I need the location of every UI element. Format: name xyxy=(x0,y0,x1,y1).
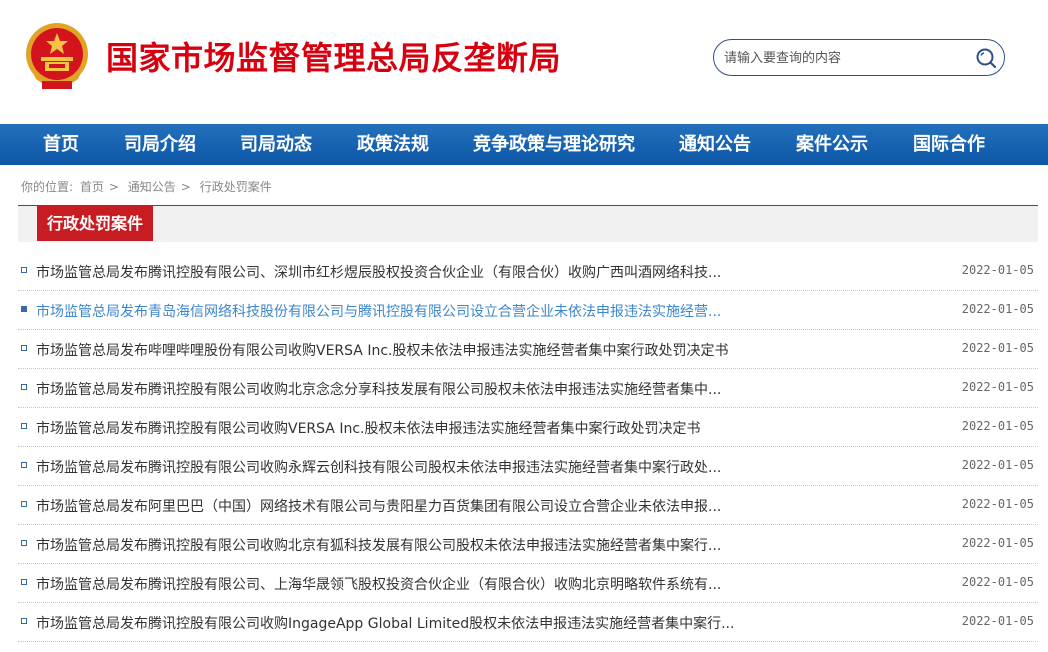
news-title-link[interactable]: 市场监管总局发布青岛海信网络科技股份有限公司与腾讯控股有限公司设立合营企业未依法… xyxy=(36,301,721,321)
news-date: 2022-01-05 xyxy=(961,614,1034,628)
news-title-link[interactable]: 市场监管总局发布哔哩哔哩股份有限公司收购VERSA Inc.股权未依法申报违法实… xyxy=(36,340,728,360)
news-date: 2022-01-05 xyxy=(961,341,1034,355)
section-header: 行政处罚案件 xyxy=(18,205,1038,242)
list-item[interactable]: 市场监管总局发布腾讯控股有限公司、深圳市红杉煜辰股权投资合伙企业（有限合伙）收购… xyxy=(18,252,1038,291)
bullet-icon xyxy=(21,267,27,273)
list-item[interactable]: 市场监管总局发布腾讯控股有限公司收购北京念念分享科技发展有限公司股权未依法申报违… xyxy=(18,369,1038,408)
list-item[interactable]: 市场监管总局发布腾讯控股有限公司收购VERSA Inc.股权未依法申报违法实施经… xyxy=(18,408,1038,447)
list-item[interactable]: 市场监管总局发布阿里巴巴（中国）网络技术有限公司与贵阳星力百货集团有限公司设立合… xyxy=(18,486,1038,525)
site-header: 国家市场监督管理总局反垄断局 xyxy=(0,0,1048,124)
section-title: 行政处罚案件 xyxy=(37,206,154,241)
search-icon xyxy=(976,48,997,69)
bullet-icon xyxy=(21,579,27,585)
breadcrumb-link-notices[interactable]: 通知公告 xyxy=(128,180,176,194)
breadcrumb-current[interactable]: 行政处罚案件 xyxy=(200,180,272,194)
search-box xyxy=(713,39,1005,76)
news-date: 2022-01-05 xyxy=(961,536,1034,550)
breadcrumb: 你的位置: 首页 > 通知公告 > 行政处罚案件 xyxy=(21,178,275,195)
news-date: 2022-01-05 xyxy=(961,419,1034,433)
news-date: 2022-01-05 xyxy=(961,263,1034,277)
breadcrumb-separator: > xyxy=(180,180,191,194)
site-title: 国家市场监督管理总局反垄断局 xyxy=(106,39,562,77)
breadcrumb-prefix: 你的位置: xyxy=(21,180,74,194)
breadcrumb-link-home[interactable]: 首页 xyxy=(80,180,104,194)
nav-item-research[interactable]: 竞争政策与理论研究 xyxy=(473,124,635,165)
bullet-icon xyxy=(21,423,27,429)
bullet-icon xyxy=(21,618,27,624)
bullet-icon xyxy=(21,306,27,312)
news-title-link[interactable]: 市场监管总局发布腾讯控股有限公司、上海华晟领飞股权投资合伙企业（有限合伙）收购北… xyxy=(36,574,721,594)
news-date: 2022-01-05 xyxy=(961,497,1034,511)
nav-item-notices[interactable]: 通知公告 xyxy=(679,124,751,165)
nav-item-cases[interactable]: 案件公示 xyxy=(796,124,868,165)
bullet-icon xyxy=(21,384,27,390)
bullet-icon xyxy=(21,501,27,507)
nav-item-home[interactable]: 首页 xyxy=(43,124,79,165)
nav-item-about[interactable]: 司局介绍 xyxy=(124,124,196,165)
bullet-icon xyxy=(21,540,27,546)
breadcrumb-separator: > xyxy=(108,180,119,194)
main-nav: 首页 司局介绍 司局动态 政策法规 竞争政策与理论研究 通知公告 案件公示 国际… xyxy=(0,124,1048,165)
news-date: 2022-01-05 xyxy=(961,575,1034,589)
news-title-link[interactable]: 市场监管总局发布腾讯控股有限公司、深圳市红杉煜辰股权投资合伙企业（有限合伙）收购… xyxy=(36,262,721,282)
list-item[interactable]: 市场监管总局发布哔哩哔哩股份有限公司收购VERSA Inc.股权未依法申报违法实… xyxy=(18,330,1038,369)
list-item[interactable]: 市场监管总局发布青岛海信网络科技股份有限公司与腾讯控股有限公司设立合营企业未依法… xyxy=(18,291,1038,330)
news-date: 2022-01-05 xyxy=(961,380,1034,394)
list-item[interactable]: 市场监管总局发布腾讯控股有限公司收购北京有狐科技发展有限公司股权未依法申报违法实… xyxy=(18,525,1038,564)
news-title-link[interactable]: 市场监管总局发布腾讯控股有限公司收购永辉云创科技有限公司股权未依法申报违法实施经… xyxy=(36,457,721,477)
national-emblem-icon xyxy=(22,21,92,93)
list-item[interactable]: 市场监管总局发布腾讯控股有限公司收购永辉云创科技有限公司股权未依法申报违法实施经… xyxy=(18,447,1038,486)
nav-item-policy[interactable]: 政策法规 xyxy=(357,124,429,165)
news-title-link[interactable]: 市场监管总局发布腾讯控股有限公司收购北京有狐科技发展有限公司股权未依法申报违法实… xyxy=(36,535,721,555)
news-title-link[interactable]: 市场监管总局发布阿里巴巴（中国）网络技术有限公司与贵阳星力百货集团有限公司设立合… xyxy=(36,496,721,516)
bullet-icon xyxy=(21,462,27,468)
search-button[interactable] xyxy=(974,46,998,70)
news-date: 2022-01-05 xyxy=(961,458,1034,472)
news-title-link[interactable]: 市场监管总局发布腾讯控股有限公司收购IngageApp Global Limit… xyxy=(36,613,734,633)
news-title-link[interactable]: 市场监管总局发布腾讯控股有限公司收购VERSA Inc.股权未依法申报违法实施经… xyxy=(36,418,700,438)
search-input[interactable] xyxy=(724,48,964,68)
nav-item-international[interactable]: 国际合作 xyxy=(913,124,985,165)
list-item[interactable]: 市场监管总局发布腾讯控股有限公司收购IngageApp Global Limit… xyxy=(18,603,1038,642)
bullet-icon xyxy=(21,345,27,351)
news-list: 市场监管总局发布腾讯控股有限公司、深圳市红杉煜辰股权投资合伙企业（有限合伙）收购… xyxy=(18,252,1038,642)
news-date: 2022-01-05 xyxy=(961,302,1034,316)
nav-item-news[interactable]: 司局动态 xyxy=(240,124,312,165)
list-item[interactable]: 市场监管总局发布腾讯控股有限公司、上海华晟领飞股权投资合伙企业（有限合伙）收购北… xyxy=(18,564,1038,603)
news-title-link[interactable]: 市场监管总局发布腾讯控股有限公司收购北京念念分享科技发展有限公司股权未依法申报违… xyxy=(36,379,721,399)
